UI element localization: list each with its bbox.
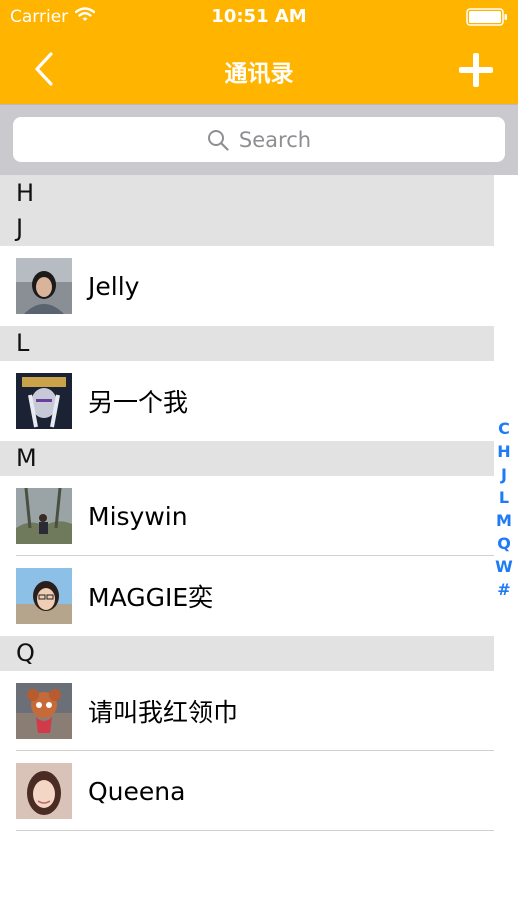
avatar	[16, 373, 72, 429]
plus-icon	[459, 53, 493, 87]
battery-icon	[466, 8, 508, 30]
section-header-m: M	[0, 441, 494, 476]
contact-name: 请叫我红领巾	[88, 698, 239, 727]
index-item-c[interactable]: C	[498, 417, 510, 440]
section-header-q: Q	[0, 636, 494, 671]
avatar	[16, 258, 72, 314]
back-button[interactable]	[26, 48, 62, 90]
contact-name: Jelly	[88, 271, 140, 301]
contact-name: 另一个我	[88, 388, 189, 417]
search-input[interactable]: Search	[13, 117, 505, 162]
contact-row-jelly[interactable]: Jelly	[0, 246, 494, 326]
nav-bar: 通讯录	[0, 34, 518, 104]
index-item-q[interactable]: Q	[497, 532, 511, 555]
top-bar: Carrier 10:51 AM 通讯录	[0, 0, 518, 104]
add-contact-button[interactable]	[456, 50, 496, 90]
section-letter-h: H	[16, 179, 35, 207]
index-item-j[interactable]: J	[501, 463, 507, 486]
section-letter-q: Q	[16, 639, 35, 667]
contact-name: Queena	[88, 776, 186, 806]
section-letter-j: J	[16, 214, 24, 242]
contacts-screen: Carrier 10:51 AM 通讯录 Search H J Jelly L …	[0, 0, 518, 920]
contact-row-queena[interactable]: Queena	[0, 751, 494, 831]
contact-name: Misywin	[88, 501, 188, 531]
page-title: 通讯录	[224, 61, 294, 87]
section-header-l: L	[0, 326, 494, 361]
contact-row-another-me[interactable]: 另一个我	[0, 361, 494, 441]
avatar	[16, 488, 72, 544]
status-time: 10:51 AM	[211, 6, 307, 27]
contact-row-red-scarf[interactable]: 请叫我红领巾	[0, 671, 494, 751]
section-letter-m: M	[16, 444, 37, 472]
index-item-w[interactable]: W	[495, 555, 513, 578]
avatar	[16, 763, 72, 819]
index-item-h[interactable]: H	[497, 440, 510, 463]
search-placeholder: Search	[238, 127, 312, 152]
section-index-bar[interactable]: C H J L M Q W #	[494, 417, 514, 601]
contact-list: H J Jelly L 另一个我 M Misywin MAGGIE奕 Q 请叫我…	[0, 175, 518, 831]
avatar	[16, 568, 72, 624]
contact-row-misywin[interactable]: Misywin	[0, 476, 494, 556]
search-bar: Search	[0, 104, 518, 175]
contact-row-maggie[interactable]: MAGGIE奕	[0, 556, 494, 636]
status-bar: Carrier 10:51 AM	[0, 0, 518, 34]
avatar	[16, 683, 72, 739]
search-icon	[207, 129, 229, 151]
index-item-m[interactable]: M	[496, 509, 512, 532]
section-header-h-j: H J	[0, 175, 494, 246]
index-item-hash[interactable]: #	[497, 578, 510, 601]
chevron-left-icon	[35, 52, 53, 86]
section-letter-l: L	[16, 329, 30, 357]
index-item-l[interactable]: L	[499, 486, 509, 509]
contact-name: MAGGIE奕	[88, 583, 214, 612]
